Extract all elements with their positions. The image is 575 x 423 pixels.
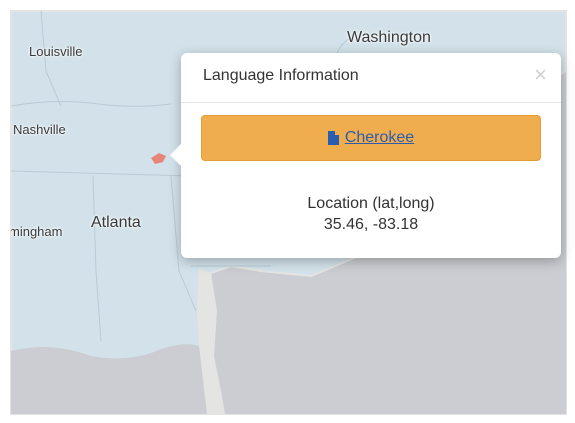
location-label: Location (lat,long) <box>307 195 435 212</box>
language-link[interactable]: Cherokee <box>327 129 414 147</box>
city-label: Washington <box>347 29 431 46</box>
location-info: Location (lat,long) 35.46, -83.18 <box>181 193 561 235</box>
location-value: 35.46, -83.18 <box>323 216 419 233</box>
file-icon <box>327 131 339 145</box>
close-icon[interactable]: × <box>534 62 547 88</box>
city-label: mingham <box>10 224 63 239</box>
city-label: Nashville <box>13 122 66 137</box>
popup-header: Language Information × <box>181 53 561 103</box>
language-info-popup: Language Information × Cherokee Location… <box>170 53 561 258</box>
language-name[interactable]: Cherokee <box>345 129 414 147</box>
city-label: Louisville <box>29 44 83 59</box>
popup-title: Language Information <box>203 67 359 84</box>
popup-arrow <box>170 144 181 166</box>
language-button[interactable]: Cherokee <box>201 115 541 161</box>
city-label: Atlanta <box>91 214 141 231</box>
